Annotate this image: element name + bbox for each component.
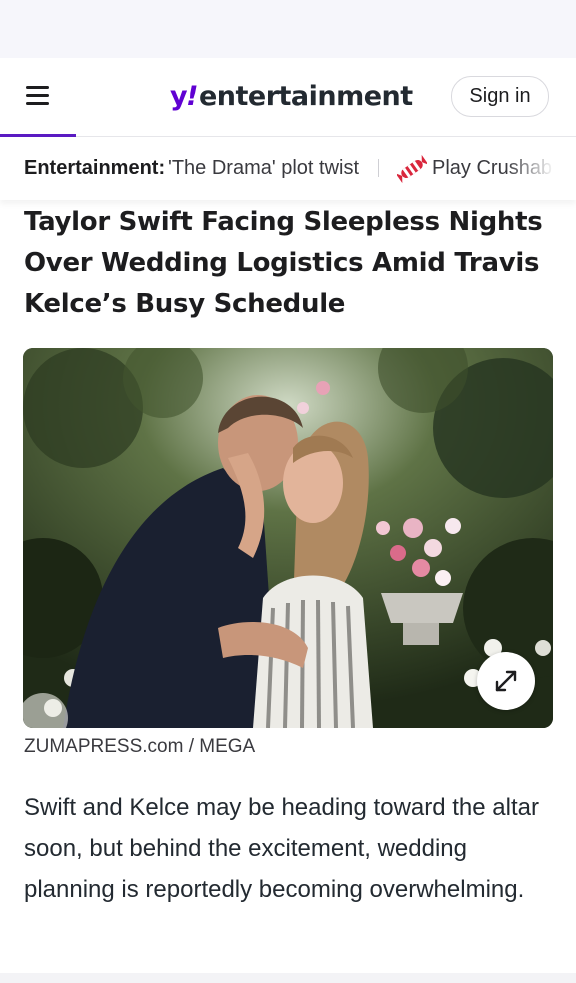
menu-bar [26, 94, 49, 97]
bottom-strip [0, 973, 576, 983]
sign-in-button[interactable]: Sign in [451, 76, 549, 117]
candy-icon [397, 154, 427, 184]
article-headline: Taylor Swift Facing Sleepless Nights Ove… [24, 207, 543, 319]
logo-y: y [170, 81, 188, 112]
hamburger-menu-icon[interactable] [26, 86, 50, 106]
menu-bar [26, 86, 49, 89]
top-strip [0, 0, 576, 58]
expand-image-button[interactable] [477, 652, 535, 710]
ticker-fade [506, 137, 576, 200]
expand-icon [495, 670, 517, 692]
logo-word: entertainment [198, 81, 413, 112]
trending-ticker: Entertainment: 'The Drama' plot twist Pl… [0, 137, 576, 200]
image-credit: ZUMAPRESS.com / MEGA [24, 736, 256, 757]
article-photo[interactable] [23, 348, 553, 728]
ticker-label: Entertainment: [24, 157, 166, 179]
logo-exclamation: ! [186, 81, 198, 112]
article-summary: Swift and Kelce may be heading toward th… [24, 794, 539, 903]
ticker-item[interactable]: 'The Drama' plot twist [168, 157, 359, 180]
ticker-divider [378, 159, 379, 177]
yahoo-entertainment-logo[interactable]: y!entertainment [170, 80, 413, 114]
menu-bar [26, 102, 49, 105]
photo-illustration [23, 348, 553, 728]
